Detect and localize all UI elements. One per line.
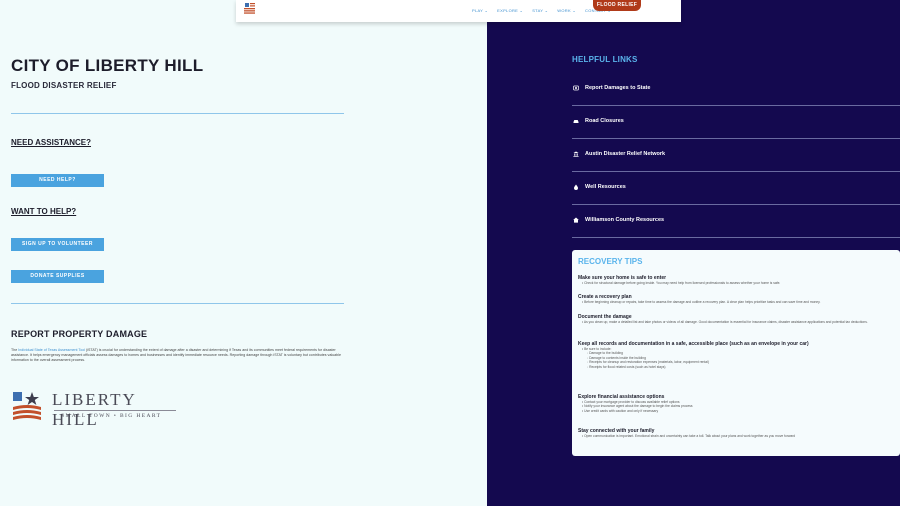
logo-tagline: SMALL TOWN • BIG HEART <box>61 413 162 419</box>
link-label: Road Closures <box>585 118 624 124</box>
link-label: Williamson County Resources <box>585 217 665 223</box>
camera-icon <box>573 85 579 91</box>
link-well-resources[interactable]: Well Resources <box>572 172 900 205</box>
link-williamson-county[interactable]: Williamson County Resources <box>572 205 900 238</box>
tip-recovery-plan: Create a recovery plan • Before beginnin… <box>578 294 896 304</box>
need-assistance-heading: NEED ASSISTANCE? <box>11 138 92 147</box>
link-label: Report Damages to State <box>585 85 651 91</box>
liberty-hill-mini-logo[interactable] <box>244 2 256 14</box>
tip-bullet: • Use credit cards with caution and only… <box>582 408 659 413</box>
tip-bullet: • Before beginning cleanup or repairs, t… <box>582 300 821 304</box>
tip-stay-connected: Stay connected with your family • Open c… <box>578 428 896 438</box>
liberty-hill-logo: LIBERTY HILL SMALL TOWN • BIG HEART <box>12 389 182 429</box>
divider <box>11 113 344 114</box>
report-damage-heading: REPORT PROPERTY DAMAGE <box>11 329 148 339</box>
divider <box>11 303 344 304</box>
report-damage-paragraph: The Individual State of Texas Assessment… <box>11 348 341 362</box>
tip-financial-assistance: Explore financial assistance options • C… <box>578 394 896 413</box>
need-help-button[interactable]: NEED HELP? <box>11 174 104 187</box>
link-label: Well Resources <box>585 184 626 190</box>
home-icon <box>573 217 579 223</box>
donate-supplies-button[interactable]: DONATE SUPPLIES <box>11 270 104 283</box>
tip-bullet: • Check for structural damage before goi… <box>582 281 781 285</box>
nav-item-play[interactable]: PLAY ⌄ <box>472 8 488 13</box>
page-subtitle: FLOOD DISASTER RELIEF <box>11 81 117 90</box>
nav-item-explore[interactable]: EXPLORE ⌄ <box>497 8 523 13</box>
recovery-tips-heading: RECOVERY TIPS <box>578 257 643 266</box>
tip-document-damage: Document the damage • As you clean up, m… <box>578 314 896 324</box>
tip-safe-to-enter: Make sure your home is safe to enter • C… <box>578 275 896 285</box>
top-navigation-bar: PLAY ⌄ EXPLORE ⌄ STAY ⌄ WORK ⌄ CONTACT ⌄… <box>236 0 681 22</box>
link-road-closures[interactable]: Road Closures <box>572 106 900 139</box>
nav-item-stay[interactable]: STAY ⌄ <box>532 8 548 13</box>
volunteer-button[interactable]: SIGN UP TO VOLUNTEER <box>11 238 104 251</box>
istat-link[interactable]: Individual State of Texas Assessment Too… <box>18 348 85 352</box>
flag-star-icon <box>13 392 41 420</box>
tip-sub-bullet: ◦ Receipts for flood related costs (such… <box>587 364 666 369</box>
recovery-tips-card: RECOVERY TIPS Make sure your home is saf… <box>572 250 900 456</box>
droplet-icon <box>574 184 578 190</box>
flood-relief-button[interactable]: FLOOD RELIEF <box>593 0 641 11</box>
tip-bullet: • Open communication is important. Emoti… <box>582 434 796 438</box>
link-report-damages[interactable]: Report Damages to State <box>572 73 900 106</box>
logo-divider <box>54 410 176 411</box>
helpful-links-heading: HELPFUL LINKS <box>572 55 638 64</box>
page-title: CITY OF LIBERTY HILL <box>11 56 204 75</box>
tip-bullet: • As you clean up, make a detailed list … <box>582 320 868 324</box>
building-icon <box>573 151 579 157</box>
nav-item-work[interactable]: WORK ⌄ <box>557 8 576 13</box>
link-label: Austin Disaster Relief Network <box>585 151 666 157</box>
car-icon <box>573 120 579 123</box>
link-austin-disaster-relief[interactable]: Austin Disaster Relief Network <box>572 139 900 172</box>
want-to-help-heading: WANT TO HELP? <box>11 207 77 216</box>
tip-keep-records: Keep all records and documentation in a … <box>578 341 896 369</box>
